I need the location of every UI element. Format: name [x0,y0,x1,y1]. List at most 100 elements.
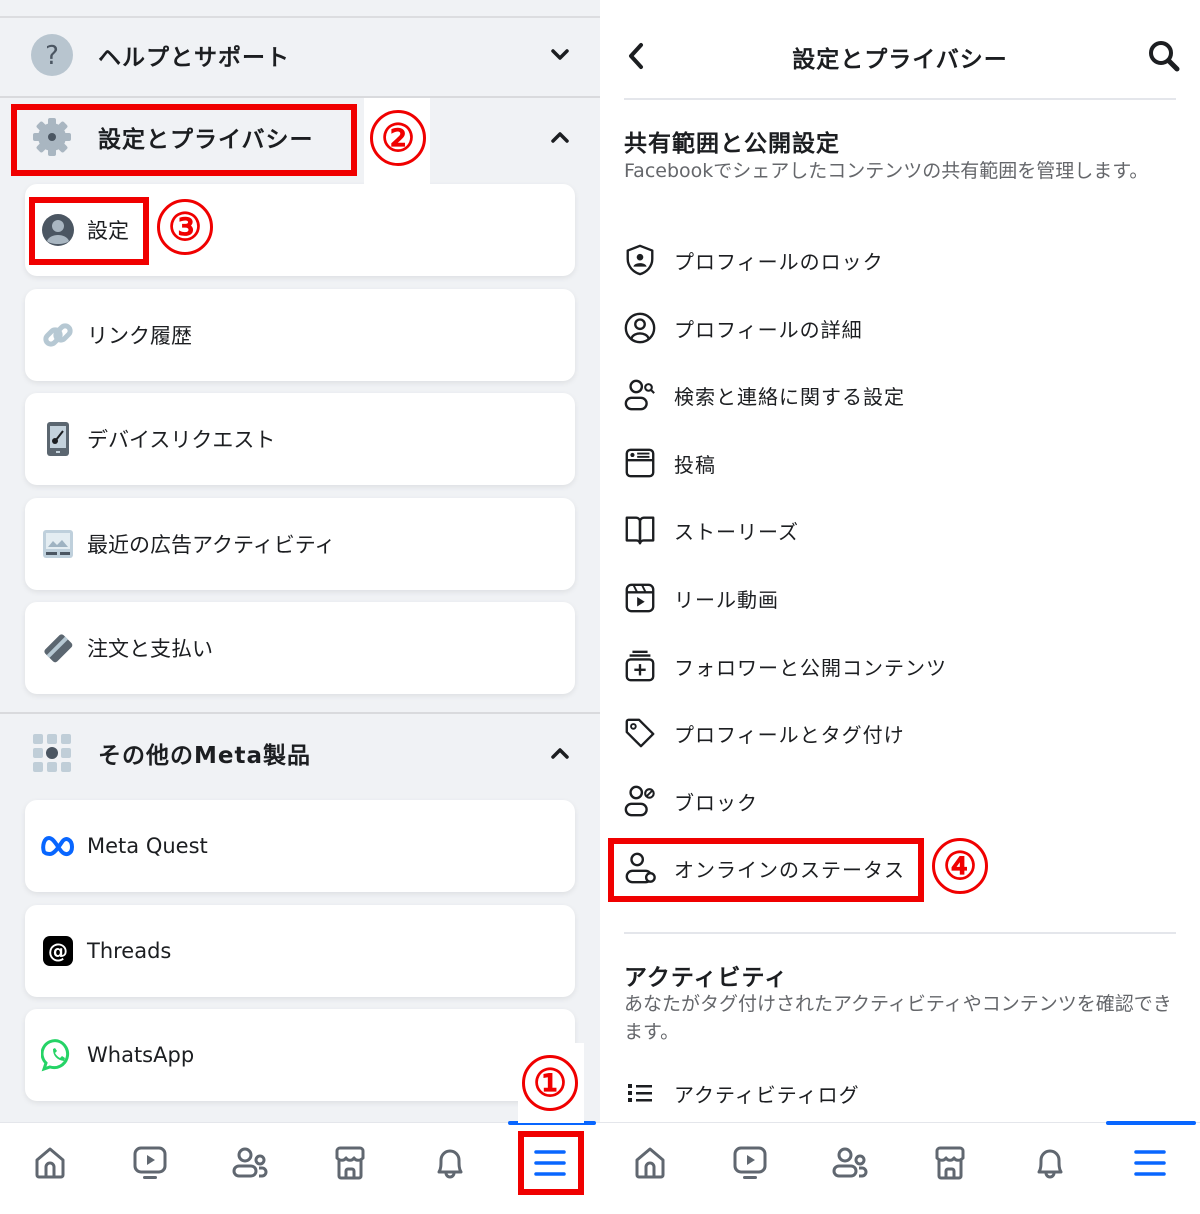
step4-marker: ④ [932,838,988,894]
bottom-nav [0,1121,600,1214]
block-person-icon [622,783,658,819]
sharing-item-label: フォロワーと公開コンテンツ [674,655,947,680]
step4-highlight [608,838,924,902]
card-icon [40,630,76,666]
link-icon [40,317,76,353]
activity-log-label: アクティビティログ [674,1082,860,1107]
whatsapp-label: WhatsApp [87,1043,195,1067]
home-icon [632,1145,668,1185]
activity-section-title: アクティビティ [624,965,789,991]
sharing-item-label: リール動画 [674,587,779,612]
meta-products-section[interactable]: その他のMeta製品 [0,714,600,792]
nav-marketplace[interactable] [320,1137,380,1193]
svg-text:@: @ [48,939,68,963]
bottom-nav [600,1121,1200,1214]
device-key-icon [40,421,76,457]
sharing-item-label: ストーリーズ [674,519,799,544]
meta-products-label: その他のMeta製品 [98,743,312,769]
step3-highlight [29,197,149,265]
device-requests-label: デバイスリクエスト [87,428,276,452]
grid-icon [30,731,74,775]
whatsapp-item[interactable]: WhatsApp [25,1009,575,1101]
sharing-item-label: ブロック [674,790,758,815]
step3-marker: ③ [157,199,213,255]
device-requests-item[interactable]: デバイスリクエスト [25,393,575,485]
chevron-up-icon[interactable] [548,125,572,149]
shield-profile-icon [622,242,658,278]
sharing-item[interactable]: ストーリーズ [620,500,1180,560]
threads-label: Threads [87,939,172,963]
menu-icon [1134,1147,1166,1183]
nav-friends[interactable] [220,1137,280,1193]
step1-marker: ① [522,1055,578,1111]
ad-activity-label: 最近の広告アクティビティ [87,533,336,557]
nav-notifications[interactable] [1020,1137,1080,1193]
orders-payments-item[interactable]: 注文と支払い [25,602,575,694]
list-icon [622,1075,658,1111]
nav-marketplace[interactable] [920,1137,980,1193]
activity-log-item[interactable]: アクティビティログ [620,1063,1180,1123]
step1-highlight [518,1131,584,1195]
friends-icon [231,1145,269,1185]
meta-logo-icon [40,828,76,864]
divider [624,98,1176,100]
menu-panel: ? ヘルプとサポート 設定とプライバシー 設定 リンク履歴 デバイスリクエスト … [0,0,600,1214]
sharing-item[interactable]: プロフィールの詳細 [620,298,1180,358]
link-history-label: リンク履歴 [87,324,192,348]
book-icon [622,512,658,548]
nav-menu[interactable] [1120,1137,1180,1193]
threads-item[interactable]: @ Threads [25,905,575,997]
whatsapp-logo-icon [40,1037,76,1073]
search-icon[interactable] [1146,38,1182,74]
home-icon [32,1145,68,1185]
settings-privacy-panel: 設定とプライバシー 共有範囲と公開設定 Facebookでシェアしたコンテンツの… [600,0,1200,1214]
chevron-up-icon[interactable] [548,741,572,765]
ad-activity-icon [40,526,76,562]
friends-icon [831,1145,869,1185]
profile-circle-icon [622,310,658,346]
step2-marker: ② [370,110,426,166]
nav-video[interactable] [120,1137,180,1193]
tag-icon [622,715,658,751]
ad-activity-item[interactable]: 最近の広告アクティビティ [25,498,575,590]
chevron-down-icon[interactable] [548,43,572,67]
question-icon: ? [30,33,74,77]
bell-icon [432,1145,468,1185]
person-search-icon [622,377,658,413]
sharing-item[interactable]: プロフィールとタグ付け [620,703,1180,763]
meta-quest-label: Meta Quest [87,834,208,858]
sharing-item-label: プロフィールとタグ付け [674,722,905,747]
nav-home[interactable] [620,1137,680,1193]
sharing-item-label: 投稿 [674,452,716,477]
bell-icon [1032,1145,1068,1185]
sharing-item[interactable]: ブロック [620,771,1180,831]
sharing-item[interactable]: プロフィールのロック [620,230,1180,290]
sharing-item[interactable]: 投稿 [620,433,1180,493]
step2-highlight [11,104,357,176]
sharing-section-description: Facebookでシェアしたコンテンツの共有範囲を管理します。 [624,160,1149,182]
help-support-section[interactable]: ? ヘルプとサポート [0,16,600,94]
meta-quest-item[interactable]: Meta Quest [25,800,575,892]
svg-text:?: ? [45,41,59,71]
header: 設定とプライバシー [600,0,1200,100]
sharing-item-label: プロフィールのロック [674,249,884,274]
page-title: 設定とプライバシー [792,47,1008,73]
nav-notifications[interactable] [420,1137,480,1193]
help-support-label: ヘルプとサポート [98,45,290,71]
nav-video[interactable] [720,1137,780,1193]
sharing-section-title: 共有範囲と公開設定 [624,131,840,157]
post-icon [622,445,658,481]
orders-payments-label: 注文と支払い [87,637,213,661]
followers-icon [622,648,658,684]
video-icon [732,1145,768,1185]
marketplace-icon [932,1145,968,1185]
sharing-item[interactable]: 検索と連絡に関する設定 [620,365,1180,425]
video-icon [132,1145,168,1185]
sharing-item-label: プロフィールの詳細 [674,317,863,342]
reels-icon [622,580,658,616]
sharing-item[interactable]: フォロワーと公開コンテンツ [620,636,1180,696]
nav-friends[interactable] [820,1137,880,1193]
nav-home[interactable] [20,1137,80,1193]
sharing-item[interactable]: リール動画 [620,568,1180,628]
link-history-item[interactable]: リンク履歴 [25,289,575,381]
